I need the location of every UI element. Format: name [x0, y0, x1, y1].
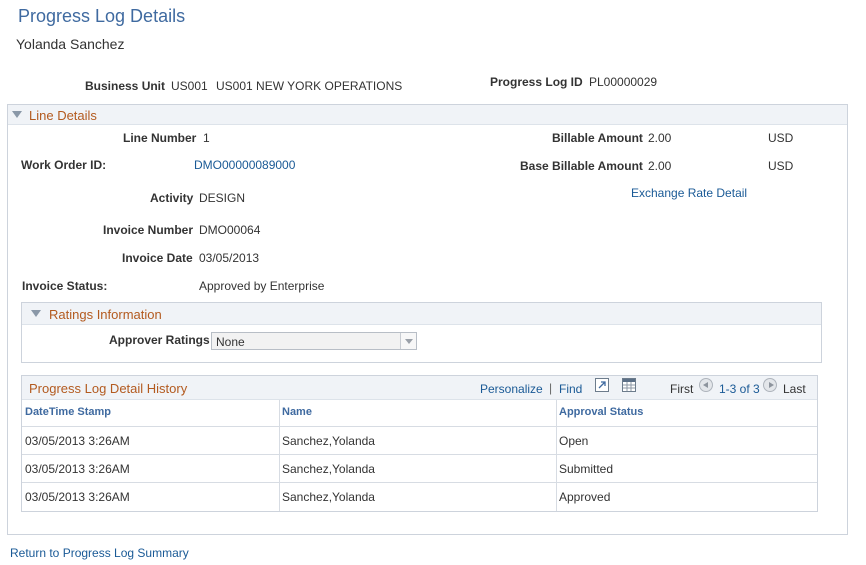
cell-datetime: 03/05/2013 3:26AM — [25, 434, 130, 448]
work-order-id-link[interactable]: DMO00000089000 — [194, 158, 295, 172]
line-number-value: 1 — [203, 131, 210, 145]
chevron-down-icon[interactable] — [400, 333, 416, 349]
return-to-summary-link[interactable]: Return to Progress Log Summary — [10, 546, 189, 560]
column-divider — [279, 400, 280, 511]
last-label: Last — [783, 382, 806, 396]
work-order-id-label: Work Order ID: — [21, 158, 107, 172]
invoice-date-label: Invoice Date — [122, 251, 193, 265]
collapse-triangle-icon[interactable] — [31, 310, 41, 317]
view-all-icon[interactable] — [595, 378, 609, 392]
page-subtitle: Yolanda Sanchez — [16, 36, 125, 52]
approver-ratings-select[interactable]: None — [211, 332, 417, 350]
line-details-title[interactable]: Line Details — [29, 108, 97, 123]
ratings-information-header[interactable]: Ratings Information — [22, 303, 821, 325]
invoice-number-label: Invoice Number — [103, 223, 194, 237]
next-row-icon[interactable] — [763, 378, 777, 392]
cell-approval-status: Approved — [559, 490, 611, 504]
business-unit-label: Business Unit — [85, 79, 166, 93]
column-header-approval-status[interactable]: Approval Status — [559, 406, 643, 418]
row-divider — [22, 426, 817, 427]
progress-log-history-grid: Progress Log Detail History DateTime Sta… — [21, 375, 818, 512]
first-label: First — [670, 382, 694, 396]
billable-amount-value: 2.00 — [648, 131, 672, 145]
toolbar-separator: | — [549, 381, 553, 395]
invoice-date-value: 03/05/2013 — [199, 251, 260, 265]
line-details-header[interactable]: Line Details — [8, 105, 847, 125]
grid-header: Progress Log Detail History — [22, 376, 817, 400]
line-number-label: Line Number — [123, 131, 197, 145]
base-billable-amount-value: 2.00 — [648, 159, 672, 173]
column-divider — [556, 400, 557, 511]
activity-value: DESIGN — [199, 191, 246, 205]
invoice-status-value: Approved by Enterprise — [199, 279, 325, 293]
grid-title: Progress Log Detail History — [29, 381, 188, 396]
cell-name: Sanchez,Yolanda — [282, 434, 375, 448]
approver-ratings-value: None — [216, 335, 245, 349]
previous-row-icon[interactable] — [699, 378, 713, 392]
row-range: 1-3 of 3 — [719, 382, 760, 396]
approver-ratings-label: Approver Ratings — [109, 333, 210, 347]
business-unit-description: US001 NEW YORK OPERATIONS — [216, 79, 403, 93]
progress-log-id-label: Progress Log ID — [490, 75, 583, 89]
collapse-triangle-icon[interactable] — [12, 111, 22, 118]
page-title: Progress Log Details — [18, 6, 186, 26]
download-spreadsheet-icon[interactable] — [622, 378, 636, 392]
cell-datetime: 03/05/2013 3:26AM — [25, 462, 130, 476]
cell-name: Sanchez,Yolanda — [282, 462, 375, 476]
cell-approval-status: Submitted — [559, 462, 614, 476]
billable-amount-label: Billable Amount — [552, 131, 643, 145]
base-billable-amount-currency: USD — [768, 159, 794, 173]
column-header-name[interactable]: Name — [282, 406, 312, 418]
column-header-datetime[interactable]: DateTime Stamp — [25, 406, 111, 418]
cell-approval-status: Open — [559, 434, 589, 448]
cell-name: Sanchez,Yolanda — [282, 490, 375, 504]
exchange-rate-detail-link[interactable]: Exchange Rate Detail — [631, 186, 747, 200]
ratings-information-title[interactable]: Ratings Information — [49, 307, 162, 322]
activity-label: Activity — [150, 191, 194, 205]
business-unit-value: US001 — [171, 79, 208, 93]
find-link[interactable]: Find — [559, 382, 582, 396]
base-billable-amount-label: Base Billable Amount — [520, 159, 643, 173]
progress-log-id-value: PL00000029 — [589, 75, 658, 89]
row-divider — [22, 482, 817, 483]
invoice-number-value: DMO00064 — [199, 223, 261, 237]
row-divider — [22, 454, 817, 455]
invoice-status-label: Invoice Status: — [22, 279, 108, 293]
personalize-link[interactable]: Personalize — [480, 382, 543, 396]
cell-datetime: 03/05/2013 3:26AM — [25, 490, 130, 504]
billable-amount-currency: USD — [768, 131, 794, 145]
